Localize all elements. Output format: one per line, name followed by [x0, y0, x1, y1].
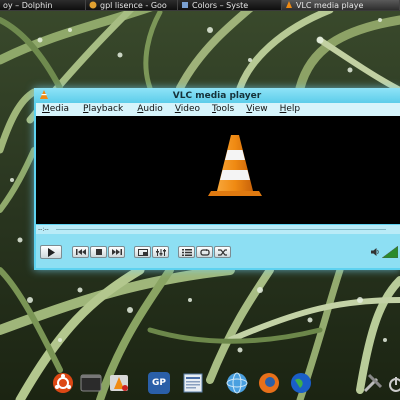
taskbar-item-browser[interactable]: gpl lisence - Goo — [86, 0, 178, 10]
menu-label: ools — [216, 104, 235, 114]
globe-icon[interactable] — [226, 372, 248, 394]
taskbar-item-colors[interactable]: Colors – Syste — [178, 0, 282, 10]
vlc-icon — [40, 90, 48, 99]
ubuntu-icon[interactable] — [52, 372, 74, 394]
menu-help[interactable]: Help — [274, 103, 307, 116]
next-button[interactable] — [108, 246, 125, 258]
loop-button[interactable] — [196, 246, 213, 258]
next-icon — [111, 249, 122, 255]
vlc-icon — [286, 1, 292, 8]
play-icon — [47, 247, 55, 257]
gp-icon[interactable]: GP — [148, 372, 170, 394]
shuffle-icon — [217, 248, 227, 256]
tools-icon[interactable] — [362, 372, 384, 394]
playlist-icon — [181, 248, 192, 256]
elapsed-time: --:-- — [38, 226, 49, 233]
stop-icon — [95, 249, 102, 255]
menu-bar: Media Playback Audio Video Tools View He… — [36, 103, 400, 116]
menu-label: udio — [143, 104, 163, 114]
window-title: VLC media player — [172, 90, 262, 101]
taskbar-item-label: gpl lisence - Goo — [100, 0, 167, 10]
gp-icon-label: GP — [152, 378, 166, 388]
volume-slider[interactable] — [382, 246, 398, 258]
dock: GP — [40, 368, 400, 400]
extended-settings-icon — [155, 248, 166, 256]
fullscreen-icon — [137, 248, 148, 256]
play-button[interactable] — [40, 245, 62, 259]
menu-audio[interactable]: Audio — [129, 103, 169, 116]
seek-track[interactable] — [56, 229, 386, 230]
previous-button[interactable] — [72, 246, 89, 258]
controls-bar — [36, 234, 400, 268]
vlc-cone-logo — [208, 135, 262, 196]
extended-settings-button[interactable] — [152, 246, 169, 258]
menu-media[interactable]: Media — [36, 103, 75, 116]
video-area[interactable] — [36, 116, 400, 224]
settings-icon — [182, 2, 188, 8]
loop-icon — [199, 248, 210, 256]
playlist-button[interactable] — [178, 246, 195, 258]
earth-icon[interactable] — [290, 372, 312, 394]
menu-label: edia — [49, 104, 70, 114]
menu-label: iew — [252, 104, 268, 114]
taskbar-item-label: oy – Dolphin — [3, 0, 53, 10]
taskbar-item-vlc[interactable]: VLC media playe — [282, 0, 400, 10]
menu-playback[interactable]: Playback — [75, 103, 129, 116]
shuffle-button[interactable] — [214, 246, 231, 258]
menu-view[interactable]: View — [240, 103, 273, 116]
previous-icon — [75, 249, 86, 255]
taskbar-item-dolphin[interactable]: oy – Dolphin — [0, 0, 86, 10]
speaker-icon[interactable] — [371, 248, 380, 256]
vlc-window: VLC media player Media Playback Audio Vi… — [34, 88, 400, 270]
taskbar-item-label: VLC media playe — [296, 0, 364, 10]
firefox-icon[interactable] — [258, 372, 280, 394]
stop-button[interactable] — [90, 246, 107, 258]
terminal-icon[interactable] — [80, 372, 102, 394]
menu-video[interactable]: Video — [169, 103, 206, 116]
menu-tools[interactable]: Tools — [206, 103, 240, 116]
taskbar-item-label: Colors – Syste — [192, 0, 249, 10]
menu-accelerator: M — [42, 104, 50, 114]
browser-icon — [89, 1, 97, 9]
vlc-dock-icon[interactable] — [108, 372, 130, 394]
menu-label: layback — [88, 104, 124, 114]
menu-label: elp — [286, 104, 301, 114]
window-titlebar[interactable]: VLC media player — [34, 88, 400, 103]
seek-bar[interactable]: --:-- — [36, 225, 400, 234]
fullscreen-button[interactable] — [134, 246, 151, 258]
document-icon[interactable] — [182, 372, 204, 394]
menu-label: ideo — [180, 104, 201, 114]
shutdown-icon[interactable] — [386, 372, 400, 394]
top-taskbar: oy – Dolphin gpl lisence - Goo Colors – … — [0, 0, 400, 11]
